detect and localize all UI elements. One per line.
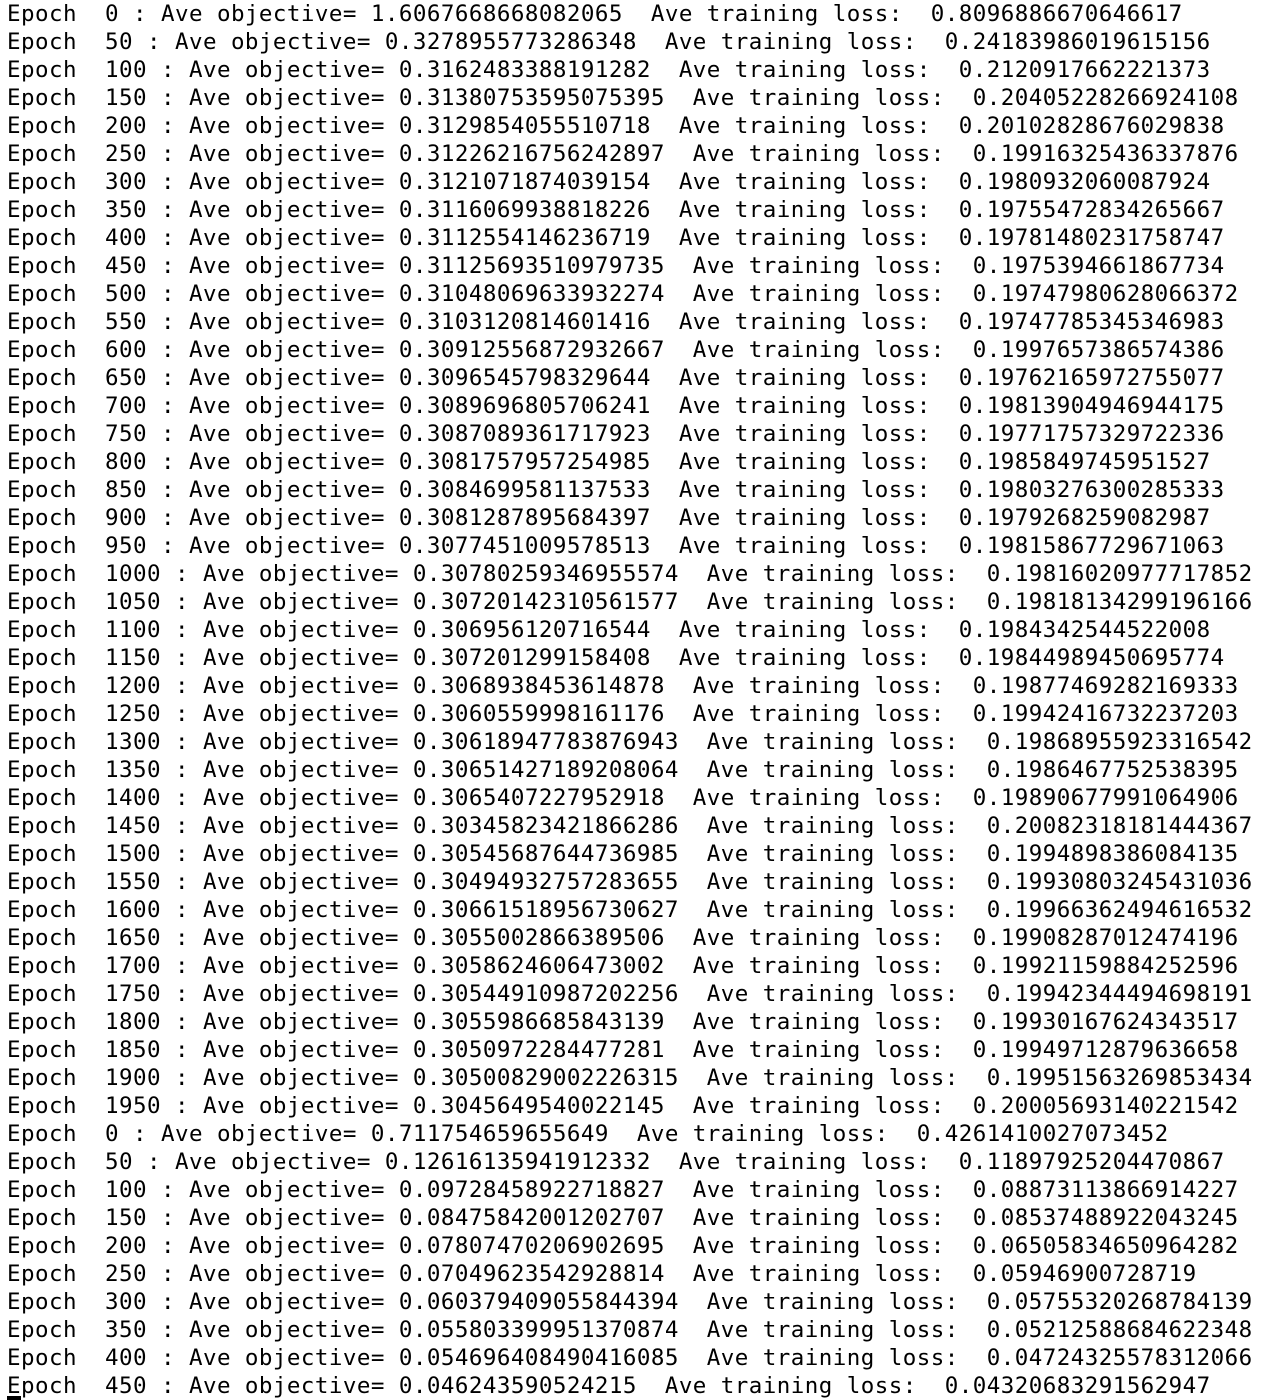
log-line: Epoch 750 : Ave objective= 0.30870893617… bbox=[7, 421, 1225, 447]
log-line: Epoch 1900 : Ave objective= 0.3050082900… bbox=[7, 1065, 1253, 1091]
log-line: Epoch 1800 : Ave objective= 0.3055986685… bbox=[7, 1009, 1239, 1035]
log-line: Epoch 1450 : Ave objective= 0.3034582342… bbox=[7, 813, 1253, 839]
log-line: Epoch 1850 : Ave objective= 0.3050972284… bbox=[7, 1037, 1239, 1063]
log-line: Epoch 950 : Ave objective= 0.30774510095… bbox=[7, 533, 1225, 559]
log-line: Epoch 700 : Ave objective= 0.30896968057… bbox=[7, 393, 1225, 419]
log-line: Epoch 650 : Ave objective= 0.30965457983… bbox=[7, 365, 1225, 391]
log-line: Epoch 1600 : Ave objective= 0.3066151895… bbox=[7, 897, 1253, 923]
log-line: Epoch 100 : Ave objective= 0.09728458922… bbox=[7, 1177, 1239, 1203]
log-line: Epoch 1000 : Ave objective= 0.3078025934… bbox=[7, 561, 1253, 587]
log-line: Epoch 150 : Ave objective= 0.31380753595… bbox=[7, 85, 1239, 111]
log-line: Epoch 0 : Ave objective= 0.7117546596556… bbox=[7, 1121, 1169, 1147]
log-line: Epoch 50 : Ave objective= 0.327895577328… bbox=[7, 29, 1211, 55]
log-line: Epoch 1050 : Ave objective= 0.3072014231… bbox=[7, 589, 1253, 615]
log-line: Epoch 600 : Ave objective= 0.30912556872… bbox=[7, 337, 1225, 363]
log-line: Epoch 1250 : Ave objective= 0.3060559998… bbox=[7, 701, 1239, 727]
log-line: Epoch 1150 : Ave objective= 0.3072012991… bbox=[7, 645, 1225, 671]
log-line: Epoch 300 : Ave objective= 0.31210718740… bbox=[7, 169, 1211, 195]
log-line: Epoch 350 : Ave objective= 0.31160699388… bbox=[7, 197, 1225, 223]
log-line: Epoch 400 : Ave objective= 0.31125541462… bbox=[7, 225, 1225, 251]
log-line: Epoch 900 : Ave objective= 0.30812878956… bbox=[7, 505, 1211, 531]
log-line: Epoch 550 : Ave objective= 0.31031208146… bbox=[7, 309, 1225, 335]
log-line: Epoch 350 : Ave objective= 0.05580339995… bbox=[7, 1317, 1253, 1343]
log-line: Epoch 1100 : Ave objective= 0.3069561207… bbox=[7, 617, 1211, 643]
log-line: Epoch 850 : Ave objective= 0.30846995811… bbox=[7, 477, 1225, 503]
log-line: Epoch 1500 : Ave objective= 0.3054568764… bbox=[7, 841, 1239, 867]
log-line: Epoch 1550 : Ave objective= 0.3049493275… bbox=[7, 869, 1253, 895]
log-line: Epoch 800 : Ave objective= 0.30817579572… bbox=[7, 449, 1211, 475]
log-line: Epoch 200 : Ave objective= 0.07807470206… bbox=[7, 1233, 1239, 1259]
log-line: Epoch 450 : Ave objective= 0.31125693510… bbox=[7, 253, 1225, 279]
log-line: Epoch 500 : Ave objective= 0.31048069633… bbox=[7, 281, 1239, 307]
log-line: Epoch 400 : Ave objective= 0.05469640849… bbox=[7, 1345, 1253, 1371]
log-line: Epoch 1300 : Ave objective= 0.3061894778… bbox=[7, 729, 1253, 755]
terminal-output[interactable]: Epoch 0 : Ave objective= 1.6067668668082… bbox=[7, 0, 1253, 1400]
log-line: Epoch 0 : Ave objective= 1.6067668668082… bbox=[7, 1, 1183, 27]
log-line: Epoch 200 : Ave objective= 0.31298540555… bbox=[7, 113, 1225, 139]
log-line: Epoch 1200 : Ave objective= 0.3068938453… bbox=[7, 673, 1239, 699]
log-line: Epoch 1950 : Ave objective= 0.3045649540… bbox=[7, 1093, 1239, 1119]
log-line: Epoch 1350 : Ave objective= 0.3065142718… bbox=[7, 757, 1239, 783]
cursor-artifact bbox=[7, 1396, 21, 1400]
log-line: Epoch 50 : Ave objective= 0.126161359419… bbox=[7, 1149, 1225, 1175]
log-line: Epoch 450 : Ave objective= 0.04624359052… bbox=[7, 1373, 1211, 1399]
log-line: Epoch 1700 : Ave objective= 0.3058624606… bbox=[7, 953, 1239, 979]
log-line: Epoch 1400 : Ave objective= 0.3065407227… bbox=[7, 785, 1239, 811]
log-line: Epoch 1650 : Ave objective= 0.3055002866… bbox=[7, 925, 1239, 951]
log-line: Epoch 300 : Ave objective= 0.06037940905… bbox=[7, 1289, 1253, 1315]
log-line: Epoch 250 : Ave objective= 0.31226216756… bbox=[7, 141, 1239, 167]
log-line: Epoch 100 : Ave objective= 0.31624833881… bbox=[7, 57, 1211, 83]
log-line: Epoch 1750 : Ave objective= 0.3054491098… bbox=[7, 981, 1253, 1007]
log-line: Epoch 250 : Ave objective= 0.07049623542… bbox=[7, 1261, 1197, 1287]
log-line: Epoch 150 : Ave objective= 0.08475842001… bbox=[7, 1205, 1239, 1231]
